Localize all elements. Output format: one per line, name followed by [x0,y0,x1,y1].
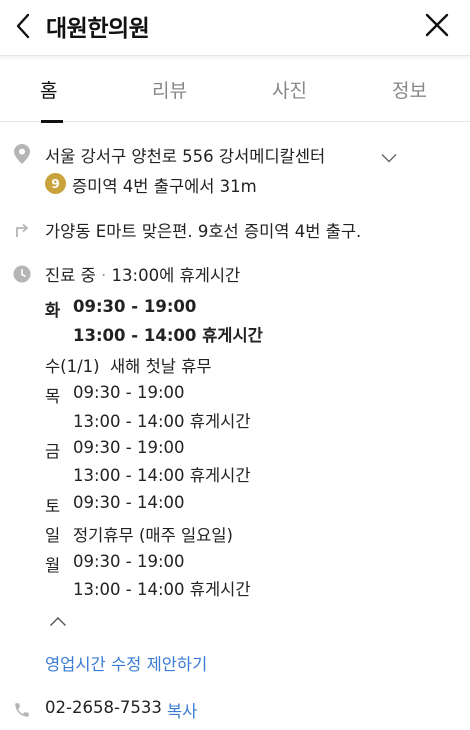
day-sat: 토 [45,497,61,516]
tab-photos[interactable]: 사진 [272,76,307,103]
top-bar: 대원한의원 [0,0,470,56]
collapse-hours-button[interactable] [49,612,69,626]
active-tab-indicator [41,120,63,123]
break-notice: 13:00에 휴게시간 [111,266,241,285]
phone-number[interactable]: 02-2658-7533 [45,698,162,717]
address-expand-button[interactable] [381,148,399,163]
location-pin-icon [11,143,33,165]
status-separator: · [101,266,107,285]
tab-home[interactable]: 홈 [40,76,57,103]
open-status: 진료 중 [45,266,96,285]
chevron-down-icon [381,154,397,163]
day-sun: 일 [45,526,61,545]
back-button[interactable] [6,6,40,46]
day-mon: 월 [45,556,61,575]
hours-thu-break: 13:00 - 14:00 휴게시간 [73,412,251,431]
close-icon [425,13,449,37]
day-fri: 금 [45,442,61,461]
clock-icon [11,263,33,285]
chevron-up-icon [50,617,66,626]
hours-status-row: 진료 중 · 13:00에 휴게시간 [45,262,240,286]
hours-sat-open: 09:30 - 14:00 [73,493,185,512]
hours-mon-break: 13:00 - 14:00 휴게시간 [73,580,251,599]
hours-wed-closed: 새해 첫날 휴무 [110,357,212,376]
suggest-hours-edit-link[interactable]: 영업시간 수정 제안하기 [45,651,207,675]
hours-fri-break: 13:00 - 14:00 휴게시간 [73,466,251,485]
chevron-left-icon [16,13,30,39]
directions-text: 가양동 E마트 맞은편. 9호선 증미역 4번 출구. [45,222,362,241]
day-wed: 수(1/1) [45,357,100,376]
tab-info[interactable]: 정보 [392,76,427,103]
day-tue: 화 [45,301,61,320]
page-title: 대원한의원 [46,16,150,42]
close-button[interactable] [420,8,454,42]
hours-tue-open: 09:30 - 19:00 [73,297,197,316]
turn-arrow-icon [11,218,33,240]
phone-icon [11,699,33,721]
subway-info: 증미역 4번 출구에서 31m [72,177,257,196]
tab-reviews[interactable]: 리뷰 [152,76,187,103]
hours-thu-open: 09:30 - 19:00 [73,383,185,402]
tab-bar: 홈 리뷰 사진 정보 [0,64,470,123]
hours-tue-break: 13:00 - 14:00 휴게시간 [73,326,263,345]
hours-fri-open: 09:30 - 19:00 [73,438,185,457]
subway-line-badge: 9 [45,173,66,194]
hours-mon-open: 09:30 - 19:00 [73,552,185,571]
copy-phone-button[interactable]: 복사 [167,698,197,722]
hours-sun-closed: 정기휴무 (매주 일요일) [73,526,233,545]
address-text: 서울 강서구 양천로 556 강서메디칼센터 [45,147,326,166]
day-thu: 목 [45,387,61,406]
